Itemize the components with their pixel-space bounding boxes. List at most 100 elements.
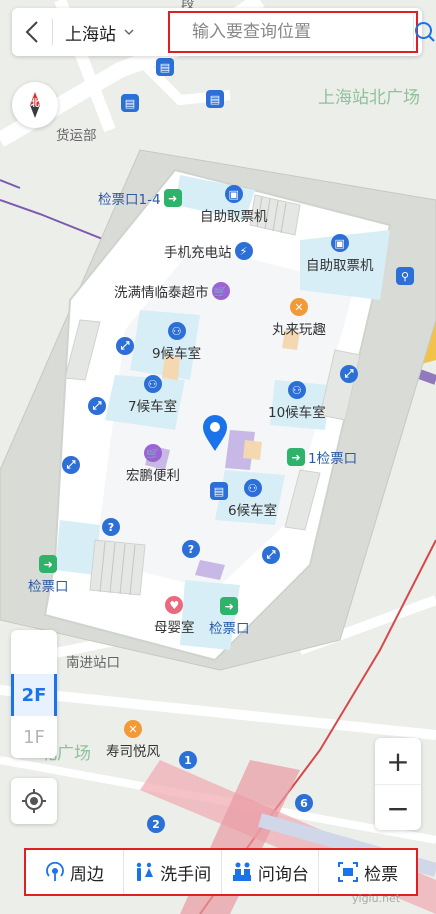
poi-wanlai[interactable]: ✕ 丸来玩趣 — [272, 298, 326, 338]
search-icon — [415, 22, 435, 42]
poi-nursing[interactable]: ♥ 母婴室 — [154, 596, 195, 636]
shop-icon: 🛒 — [144, 444, 162, 462]
escalator-icon: ⤢ — [88, 397, 106, 415]
chevron-left-icon — [25, 21, 38, 43]
floor-switcher: 2F 1F — [11, 630, 57, 758]
search-button[interactable] — [413, 14, 436, 50]
poi-hall-7[interactable]: ⚇ 7候车室 — [128, 375, 177, 415]
supermarket-label: 洗满情临泰超市 — [114, 285, 209, 301]
hongpeng-label: 宏鹏便利 — [126, 468, 180, 484]
south-exit-label: 南进站口 — [66, 655, 120, 671]
poi-ticket-check-1[interactable]: ➜ 1检票口 — [287, 447, 357, 467]
restaurant-icon: ✕ — [124, 720, 142, 738]
nearby-button[interactable]: 周边 — [26, 850, 123, 894]
hall-9-label: 9候车室 — [152, 346, 202, 362]
escalator-icon: ⤢ — [262, 546, 280, 564]
location-pin-icon[interactable] — [202, 414, 228, 452]
poi-ticket-check-1-4[interactable]: 检票口1-4 ➜ — [98, 188, 182, 208]
poi-hall-6[interactable]: ⚇ 6候车室 — [228, 479, 277, 519]
ticket-check-left-label: 检票口 — [28, 579, 69, 595]
sushi-label: 寿司悦风 — [106, 744, 160, 760]
waiting-room-icon: ⚇ — [287, 381, 306, 399]
zoom-control: + − — [375, 738, 421, 830]
shopping-cart-icon: 🛒 — [211, 282, 230, 300]
ticket-machine-1-label: 自助取票机 — [200, 209, 268, 225]
ticket-check-label: 检票 — [364, 864, 399, 885]
poi-charging[interactable]: 手机充电站 ⚡ — [164, 241, 253, 261]
restroom-map-icon: ⚲ — [396, 267, 414, 285]
charging-icon: ⚡ — [234, 242, 253, 260]
restroom-icon — [136, 862, 154, 881]
nearby-label: 周边 — [69, 864, 104, 885]
hall-7-label: 7候车室 — [128, 399, 178, 415]
ticket-machine-icon: ▣ — [330, 234, 349, 252]
poi-hall-10[interactable]: ⚇ 10候车室 — [268, 381, 326, 421]
poi-hongpeng[interactable]: 🛒 宏鹏便利 — [126, 444, 180, 484]
poi-ticket-machine-1[interactable]: ▣ 自助取票机 — [200, 185, 268, 225]
ticket-machine-icon: ▣ — [224, 185, 243, 203]
elevator-map-icon: ▤ — [156, 58, 174, 76]
waiting-room-icon: ⚇ — [143, 375, 162, 393]
ticket-machine-2-label: 自助取票机 — [306, 258, 374, 274]
search-box — [168, 11, 435, 53]
nursing-label: 母婴室 — [154, 620, 195, 636]
waiting-room-icon: ⚇ — [243, 479, 262, 497]
help-icon: ? — [182, 540, 200, 558]
elevator-map-icon: ▤ — [206, 90, 224, 108]
floor-2f-button[interactable]: 2F — [11, 674, 57, 716]
station-selector[interactable]: 上海站 — [53, 8, 146, 56]
ticket-check-1-4-label: 检票口1-4 — [98, 192, 161, 208]
poi-ticket-check-left[interactable]: ➜ 检票口 — [28, 555, 69, 595]
hall-6-label: 6候车室 — [228, 503, 278, 519]
metro-exit-1[interactable]: 1 — [179, 751, 197, 769]
back-button[interactable] — [12, 8, 52, 56]
nearby-icon — [46, 862, 64, 881]
floor-spacer — [11, 630, 57, 674]
floor-1f-button[interactable]: 1F — [11, 716, 57, 758]
ticket-check-1-label: 1检票口 — [308, 451, 358, 467]
escalator-icon: ⤢ — [340, 365, 358, 383]
bottom-quick-bar: 周边 洗手间 问询台 检票 — [24, 848, 418, 896]
poi-ticket-machine-2[interactable]: ▣ 自助取票机 — [306, 234, 374, 274]
gate-icon: ➜ — [287, 448, 305, 466]
station-name: 上海站 — [65, 24, 116, 45]
zoom-out-button[interactable]: − — [375, 784, 421, 831]
escalator-icon: ⤢ — [62, 456, 80, 474]
restroom-label: 洗手间 — [160, 864, 212, 885]
gate-icon: ➜ — [39, 555, 58, 573]
info-desk-icon — [232, 862, 251, 881]
ticket-check-bottom-label: 检票口 — [209, 621, 250, 637]
gate-icon: ➜ — [163, 189, 182, 207]
poi-ticket-check-bottom[interactable]: ➜ 检票口 — [209, 597, 250, 637]
waiting-room-icon: ⚇ — [167, 322, 186, 340]
hall-10-label: 10候车室 — [268, 405, 326, 421]
restroom-button[interactable]: 洗手间 — [122, 850, 221, 894]
compass-button[interactable]: 北 — [12, 82, 58, 128]
search-input[interactable] — [170, 13, 413, 51]
freight-label: 货运部 — [56, 128, 97, 144]
poi-supermarket[interactable]: 洗满情临泰超市 🛒 — [114, 281, 230, 301]
help-icon: ? — [102, 518, 120, 536]
escalator-icon: ⤢ — [116, 337, 134, 355]
chevron-down-icon — [124, 28, 134, 35]
info-desk-label: 问询台 — [257, 864, 309, 885]
locate-button[interactable] — [11, 778, 57, 824]
nursing-room-icon: ♥ — [165, 596, 184, 614]
crosshair-icon — [22, 789, 46, 813]
metro-exit-6[interactable]: 6 — [295, 794, 313, 812]
gate-icon: ➜ — [220, 597, 239, 615]
zoom-in-button[interactable]: + — [375, 738, 421, 784]
watermark: yigiu.net — [352, 892, 401, 905]
info-desk-button[interactable]: 问询台 — [220, 850, 319, 894]
ticket-check-icon — [338, 862, 359, 882]
poi-hall-9[interactable]: ⚇ 9候车室 — [152, 322, 201, 362]
compass-north-label: 北 — [30, 99, 40, 109]
ticket-check-button[interactable]: 检票 — [318, 850, 416, 894]
elevator-map-icon: ▤ — [121, 94, 139, 112]
restaurant-icon: ✕ — [290, 298, 308, 316]
elevator-map-icon: ▤ — [210, 482, 228, 500]
north-square-label: 上海站北广场 — [318, 88, 420, 108]
charging-label: 手机充电站 — [164, 245, 232, 261]
poi-sushi[interactable]: ✕ 寿司悦风 — [106, 720, 160, 760]
metro-exit-2[interactable]: 2 — [147, 815, 165, 833]
